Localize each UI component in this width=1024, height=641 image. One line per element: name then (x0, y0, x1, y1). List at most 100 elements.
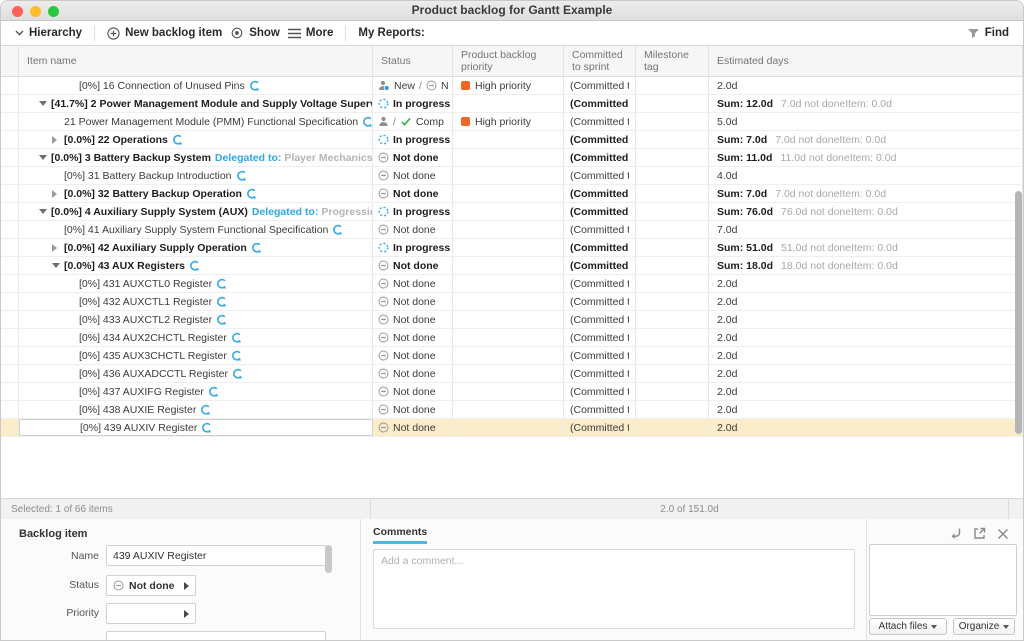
cell-status: Not done (373, 293, 453, 310)
collapse-arrow[interactable] (39, 209, 51, 214)
status-text: In progress (393, 242, 450, 254)
cell-status: Not done (373, 383, 453, 400)
sprint-link-icon (200, 404, 210, 416)
column-header-milestone[interactable]: Milestone tag (636, 46, 709, 76)
table-row[interactable]: [0%] 41 Auxiliary Supply System Function… (1, 221, 1023, 239)
status-text: In progress (393, 98, 450, 110)
row-gutter (1, 203, 19, 220)
organize-button[interactable]: Organize (953, 618, 1015, 635)
table-row[interactable]: [0%] 433 AUXCTL2 RegisterNot done(Commit… (1, 311, 1023, 329)
status-minus-icon (378, 170, 389, 181)
show-button[interactable]: Show (226, 27, 284, 39)
panel-scrollbar[interactable] (325, 545, 332, 573)
expand-arrow[interactable] (52, 136, 64, 144)
name-field[interactable] (113, 550, 319, 562)
table-row[interactable]: [0%] 434 AUX2CHCTL RegisterNot done(Comm… (1, 329, 1023, 347)
cell-priority (453, 221, 564, 238)
minimize-window-button[interactable] (30, 6, 41, 17)
column-header-committed[interactable]: Committed to sprint (564, 46, 636, 76)
collapse-arrow[interactable] (39, 155, 51, 160)
cell-priority (453, 239, 564, 256)
cell-status: Not done (373, 257, 453, 274)
column-header-status[interactable]: Status (373, 46, 453, 76)
triangle-right-icon (52, 244, 57, 252)
cell-status: Not done (373, 167, 453, 184)
table-row[interactable]: [0%] 432 AUXCTL1 RegisterNot done(Commit… (1, 293, 1023, 311)
status-text: N (441, 80, 449, 92)
table-row[interactable]: [0%] 31 Battery Backup IntroductionNot d… (1, 167, 1023, 185)
priority-dropdown[interactable] (106, 603, 196, 624)
row-gutter (1, 347, 19, 364)
cell-item-name: [0%] 16 Connection of Unused Pins (19, 77, 373, 94)
cell-milestone (636, 275, 709, 292)
table-row[interactable]: [0%] 431 AUXCTL0 RegisterNot done(Commit… (1, 275, 1023, 293)
hierarchy-dropdown[interactable]: Hierarchy (11, 27, 86, 39)
collapse-arrow[interactable] (39, 101, 51, 106)
table-row[interactable]: [0%] 438 AUXIE RegisterNot done(Committe… (1, 401, 1023, 419)
filter-funnel-icon (967, 28, 980, 39)
sprint-link-icon (249, 80, 259, 92)
cell-committed: (Committed to pla (564, 347, 636, 364)
find-button[interactable]: Find (963, 27, 1013, 39)
table-row[interactable]: [0%] 437 AUXIFG RegisterNot done(Committ… (1, 383, 1023, 401)
table-row[interactable]: [0.0%] 43 AUX RegistersNot done(Committe… (1, 257, 1023, 275)
status-minus-icon (378, 224, 389, 235)
cell-estimated-days: 2.0d (709, 401, 1023, 418)
committed-to-sprint: (Committed to pla (570, 224, 629, 236)
committed-to-sprint: (Committed to pla (570, 404, 629, 416)
table-row[interactable]: [0%] 435 AUX3CHCTL RegisterNot done(Comm… (1, 347, 1023, 365)
table-row[interactable]: [0.0%] 3 Battery Backup SystemDelegated … (1, 149, 1023, 167)
table-row[interactable]: [41.7%] 2 Power Management Module and Su… (1, 95, 1023, 113)
cell-committed: (Committed to pla (564, 419, 636, 436)
status-text: Not done (393, 404, 436, 416)
comments-section: Comments (361, 519, 867, 641)
zoom-window-button[interactable] (48, 6, 59, 17)
status-minus-icon (378, 386, 389, 397)
vertical-scrollbar[interactable] (1015, 191, 1022, 434)
cell-status: Not done (373, 275, 453, 292)
find-label: Find (985, 27, 1009, 39)
table-row[interactable]: [0.0%] 42 Auxiliary Supply OperationIn p… (1, 239, 1023, 257)
column-header-item-name[interactable]: Item name (19, 46, 373, 76)
priority-label: High priority (475, 116, 531, 128)
column-header-priority[interactable]: Product backlog priority (453, 46, 564, 76)
comment-input[interactable] (373, 549, 855, 629)
dock-panel-icon[interactable] (949, 527, 962, 540)
tab-comments[interactable]: Comments (373, 526, 427, 544)
more-button[interactable]: More (284, 27, 337, 39)
row-gutter (1, 275, 19, 292)
expand-arrow[interactable] (52, 244, 64, 252)
estimate-sum: Sum: 51.0d (717, 242, 773, 254)
cell-priority (453, 203, 564, 220)
estimate-days: 2.0d (717, 296, 737, 308)
close-window-button[interactable] (12, 6, 23, 17)
plus-circle-icon (107, 27, 120, 40)
cell-item-name: [0%] 439 AUXIV Register (19, 419, 373, 436)
row-gutter (1, 95, 19, 112)
row-gutter (1, 419, 19, 436)
collapse-arrow[interactable] (52, 263, 64, 268)
table-row[interactable]: 21 Power Management Module (PMM) Functio… (1, 113, 1023, 131)
table-row[interactable]: [0.0%] 22 OperationsIn progress(Committe… (1, 131, 1023, 149)
toolbar: Hierarchy New backlog item Show More My … (1, 21, 1023, 46)
expand-arrow[interactable] (52, 190, 64, 198)
column-header-estimated-days[interactable]: Estimated days (709, 46, 1023, 76)
table-row[interactable]: [0.0%] 32 Battery Backup OperationNot do… (1, 185, 1023, 203)
sprint-link-icon (332, 224, 342, 236)
table-row[interactable]: [0.0%] 4 Auxiliary Supply System (AUX)De… (1, 203, 1023, 221)
table-row[interactable]: [0%] 16 Connection of Unused PinsNew/NHi… (1, 77, 1023, 95)
cell-item-name: [41.7%] 2 Power Management Module and Su… (19, 95, 373, 112)
next-field-box[interactable] (106, 631, 326, 641)
open-in-new-icon[interactable] (973, 527, 986, 540)
attachment-drop-area[interactable] (869, 544, 1017, 616)
row-gutter (1, 185, 19, 202)
cell-estimated-days: 2.0d (709, 365, 1023, 382)
attach-files-button[interactable]: Attach files (869, 618, 947, 635)
table-row[interactable]: [0%] 436 AUXADCCTL RegisterNot done(Comm… (1, 365, 1023, 383)
new-backlog-item-button[interactable]: New backlog item (103, 27, 226, 40)
sprint-link-icon (172, 134, 182, 146)
table-row[interactable]: [0%] 439 AUXIV RegisterNot done(Committe… (1, 419, 1023, 437)
close-icon[interactable] (997, 528, 1009, 540)
status-check-icon (400, 116, 412, 127)
status-dropdown[interactable]: Not done (106, 575, 196, 596)
